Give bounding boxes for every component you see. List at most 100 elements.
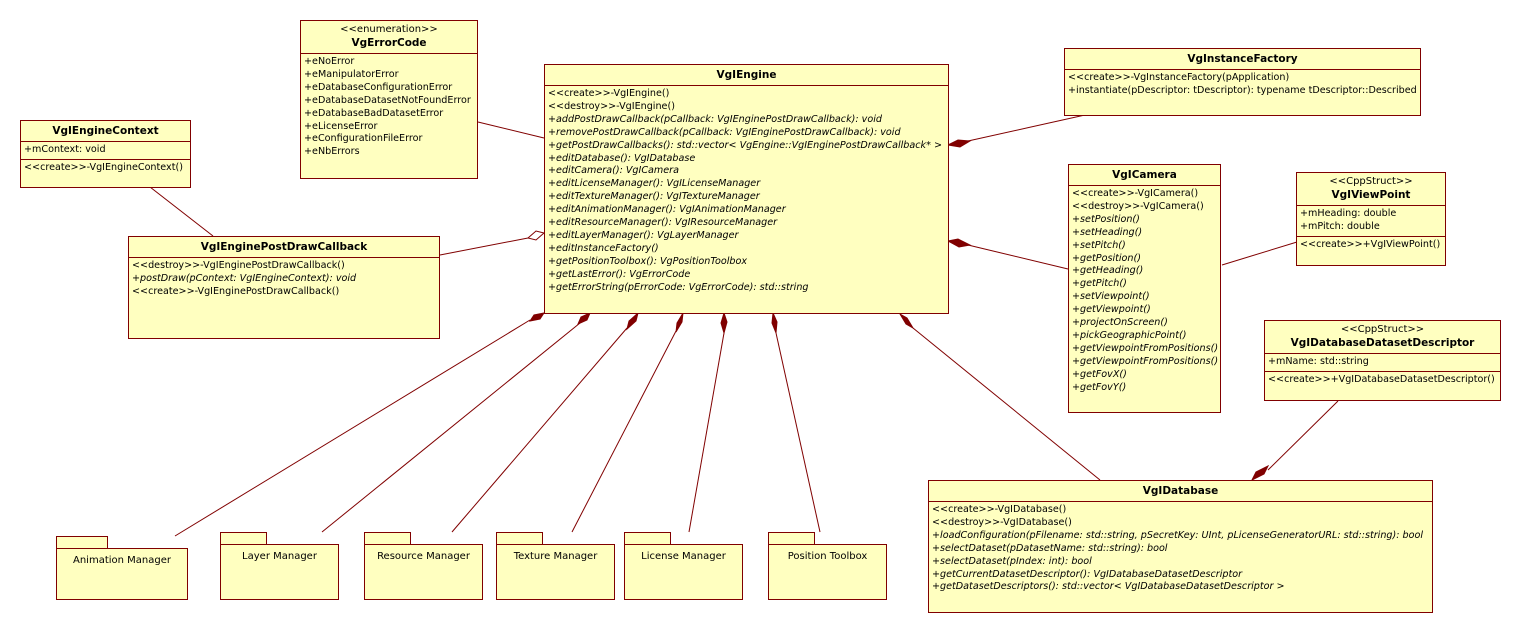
package-animation-manager[interactable]: Animation Manager [56,536,188,600]
class-database[interactable]: VgIDatabase <<create>>-VgIDatabase() <<d… [928,480,1433,613]
package-label: Animation Manager [56,548,188,600]
operation: <<create>>-VgIDatabase() [932,504,1067,515]
package-position-toolbox[interactable]: Position Toolbox [768,532,887,600]
package-layer-manager[interactable]: Layer Manager [220,532,339,600]
link-engine-callback [439,237,529,256]
operation: +editInstanceFactory() [548,242,659,254]
operations-section: <<destroy>>-VgIEnginePostDrawCallback() … [129,258,439,301]
class-name: VgIEnginePostDrawCallback [200,241,368,253]
operation: +addPostDrawCallback(pCallback: VgIEngin… [548,113,882,125]
operation: +editAnimationManager(): VgIAnimationMan… [548,204,786,216]
operation: +getViewpointFromPositions() [1072,342,1219,354]
composition-diamond-icon [771,311,778,334]
package-label: Layer Manager [220,544,339,600]
operation: <<create>>+VgIViewPoint() [1300,238,1441,250]
composition-diamond-icon [720,311,728,335]
class-name: VgIEngine [716,69,777,81]
operations-section: <<create>>+VgIViewPoint() [1297,235,1445,254]
operation: +selectDataset(pIndex: int): bool [932,555,1092,567]
link-errorcode-engine [477,121,545,139]
operation: +projectOnScreen() [1072,317,1168,329]
operation: +removePostDrawCallback(pCallback: VgIEn… [548,126,901,138]
class-name: VgIViewPoint [1331,189,1411,201]
link-context-callback [149,186,214,237]
operation: <<destroy>>-VgIEngine() [548,100,675,112]
operation: <<create>>-VgICamera() [1072,188,1199,199]
attribute: +mHeading: double [1300,208,1397,219]
attribute: +mContext: void [24,144,106,155]
package-resource-manager[interactable]: Resource Manager [364,532,483,600]
operation: +getFovX() [1072,368,1127,380]
package-label: Resource Manager [364,544,483,600]
attribute: +mPitch: double [1300,220,1380,232]
class-name: VgIEngineContext [52,125,159,137]
aggregation-diamond-icon [526,230,546,241]
class-name: VgInstanceFactory [1187,53,1298,65]
attributes-section: +mHeading: double +mPitch: double [1297,206,1445,236]
composition-diamond-icon [946,238,972,248]
link-engine-texture [571,330,677,533]
link-engine-position [775,332,821,533]
operation: <<create>>-VgInstanceFactory(pApplicatio… [1068,72,1290,83]
operation: +getViewpointFromPositions() [1072,355,1219,367]
operations-section: <<create>>-VgIEngine() <<destroy>>-VgIEn… [545,86,948,297]
enum-literal: +eDatabaseBadDatasetError [304,107,444,119]
link-camera-viewpoint [1221,241,1298,266]
operation: <<destroy>>-VgICamera() [1072,200,1204,212]
operation: +getFovY() [1072,381,1127,393]
composition-diamond-icon [946,139,972,148]
attributes-section: +mContext: void [21,142,190,159]
class-camera[interactable]: VgICamera <<create>>-VgICamera() <<destr… [1068,164,1221,413]
class-post-draw-callback[interactable]: VgIEnginePostDrawCallback <<destroy>>-Vg… [128,236,440,339]
class-engine[interactable]: VgIEngine <<create>>-VgIEngine() <<destr… [544,64,949,314]
composition-diamond-icon [577,312,591,325]
class-dataset-descriptor[interactable]: <<CppStruct>> VgIDatabaseDatasetDescript… [1264,320,1501,401]
class-view-point[interactable]: <<CppStruct>> VgIViewPoint +mHeading: do… [1296,172,1446,266]
operations-section: <<create>>-VgICamera() <<destroy>>-VgICa… [1069,186,1220,397]
enum-literal: +eDatabaseDatasetNotFoundError [304,94,471,106]
operations-section: <<create>>-VgIDatabase() <<destroy>>-VgI… [929,502,1432,596]
operation: +getDatasetDescriptors(): std::vector< V… [932,581,1285,593]
operation: +getPostDrawCallbacks(): std::vector< Vg… [548,139,942,151]
operation: <<create>>-VgIEngine() [548,88,670,99]
attribute: +mName: std::string [1268,356,1369,367]
operation: +getPitch() [1072,278,1127,290]
operation: +pickGeographicPoint() [1072,329,1187,341]
operation: <<destroy>>-VgIEnginePostDrawCallback() [132,260,345,271]
operation: +editTextureManager(): VgITextureManager [548,191,760,203]
class-instance-factory[interactable]: VgInstanceFactory <<create>>-VgInstanceF… [1064,48,1421,116]
class-error-code[interactable]: <<enumeration>> VgErrorCode +eNoError +e… [300,20,478,179]
class-name: VgIDatabaseDatasetDescriptor [1290,337,1475,349]
composition-diamond-icon [1250,464,1270,482]
operation: +postDraw(pContext: VgIEngineContext): v… [132,272,357,284]
operation: +editResourceManager(): VgIResourceManag… [548,217,778,229]
package-texture-manager[interactable]: Texture Manager [496,532,615,600]
link-descriptor-database [1267,400,1339,471]
enum-literal: +eDatabaseConfigurationError [304,81,453,93]
operation: +selectDataset(pDatasetName: std::string… [932,542,1168,554]
package-label: License Manager [624,544,743,600]
package-label: Texture Manager [496,544,615,600]
operation: +editLayerManager(): VgLayerManager [548,229,739,241]
operation: +getPositionToolbox(): VgPositionToolbox [548,255,748,267]
package-license-manager[interactable]: License Manager [624,532,743,600]
operation: <<create>>-VgIEngineContext() [24,161,183,173]
link-engine-factory [967,114,1086,142]
operation: +getErrorString(pErrorCode: VgErrorCode)… [548,281,809,293]
operation: +setPitch() [1072,239,1126,251]
operation: +getPosition() [1072,252,1141,264]
operation: +getLastError(): VgErrorCode [548,268,691,280]
package-label: Position Toolbox [768,544,887,600]
class-engine-context[interactable]: VgIEngineContext +mContext: void <<creat… [20,120,191,188]
enum-literal: +eLicenseError [304,120,378,132]
enum-literal: +eManipulatorError [304,68,399,80]
enum-literal: +eNbErrors [304,146,360,158]
operation: +setPosition() [1072,213,1140,225]
stereotype: <<enumeration>> [340,24,438,35]
operation: +getHeading() [1072,265,1144,277]
class-name: VgErrorCode [351,37,427,49]
literals-section: +eNoError +eManipulatorError +eDatabaseC… [301,54,477,161]
composition-diamond-icon [528,312,546,322]
operations-section: <<create>>-VgInstanceFactory(pApplicatio… [1065,70,1420,100]
operations-section: <<create>>+VgIDatabaseDatasetDescriptor(… [1265,370,1500,389]
